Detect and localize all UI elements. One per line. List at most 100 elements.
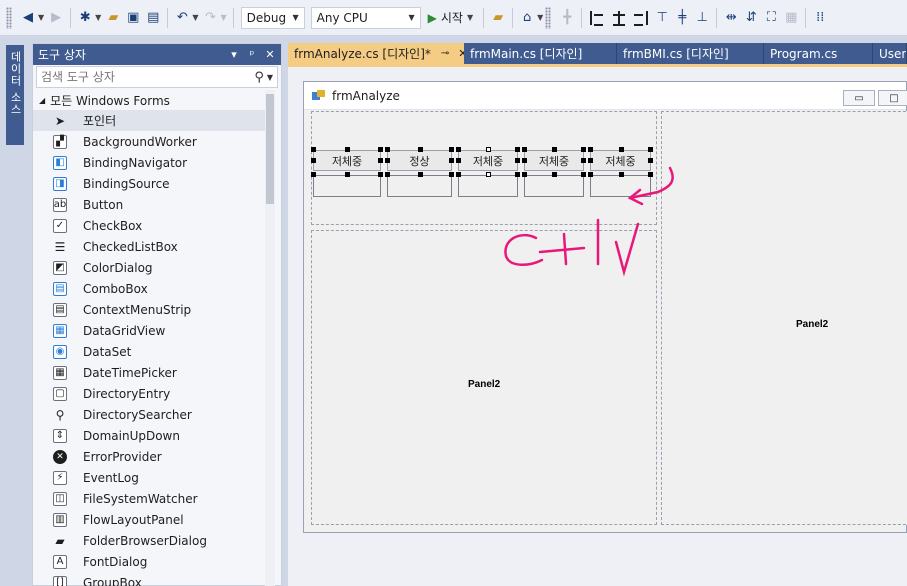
selection-handle[interactable] xyxy=(311,172,316,177)
document-tab[interactable]: frmMain.cs [디자인] xyxy=(464,43,617,64)
back-dropdown-icon[interactable]: ▼ xyxy=(38,13,44,22)
selection-handle[interactable] xyxy=(449,147,454,152)
size-to-grid-icon[interactable]: ⛶ xyxy=(762,6,780,30)
make-same-height-icon[interactable]: ⇵ xyxy=(742,6,760,30)
form-button[interactable]: 정상 xyxy=(387,150,452,171)
toolbox-item[interactable]: ▦ DateTimePicker xyxy=(33,362,265,383)
toolbox-item[interactable]: ▤ ComboBox xyxy=(33,278,265,299)
selection-handle[interactable] xyxy=(385,158,390,163)
redo-dropdown-icon[interactable]: ▼ xyxy=(220,13,226,22)
form-textbox[interactable] xyxy=(387,175,452,197)
make-same-width-icon[interactable]: ⇹ xyxy=(722,6,740,30)
home-dropdown-icon[interactable]: ▼ xyxy=(537,13,543,22)
selection-handle[interactable] xyxy=(385,172,390,177)
toolbox-item[interactable]: ◨ BindingSource xyxy=(33,173,265,194)
selection-handle[interactable] xyxy=(378,172,383,177)
selection-handle[interactable] xyxy=(486,147,491,152)
panel-right[interactable] xyxy=(661,111,907,525)
selection-handle[interactable] xyxy=(311,158,316,163)
toolbox-item[interactable]: ◩ ColorDialog xyxy=(33,257,265,278)
toolbox-item[interactable]: ⇕ DomainUpDown xyxy=(33,425,265,446)
selection-handle[interactable] xyxy=(449,158,454,163)
selection-handle[interactable] xyxy=(588,147,593,152)
back-icon[interactable]: ◀ xyxy=(19,6,37,30)
align-centers-icon[interactable] xyxy=(612,10,626,26)
toolbox-group-header[interactable]: ◢ 모든 Windows Forms xyxy=(33,90,265,110)
scrollbar-thumb[interactable] xyxy=(266,94,274,204)
forward-icon[interactable]: ▶ xyxy=(47,6,65,30)
search-options-dropdown-icon[interactable]: ▼ xyxy=(267,73,273,82)
toolbox-item[interactable]: [] GroupBox xyxy=(33,572,265,586)
undo-dropdown-icon[interactable]: ▼ xyxy=(192,13,198,22)
new-project-icon[interactable]: ✱ xyxy=(76,6,94,30)
toolbox-item[interactable]: ✓ CheckBox xyxy=(33,215,265,236)
horizontal-spacing-icon[interactable]: ⁞⁞ xyxy=(811,6,829,30)
document-tab[interactable]: User. xyxy=(873,43,907,64)
selection-handle[interactable] xyxy=(378,158,383,163)
selection-handle[interactable] xyxy=(552,147,557,152)
selection-handle[interactable] xyxy=(618,147,624,152)
toolbox-item[interactable]: ➤ 포인터 xyxy=(33,110,265,131)
selection-handle[interactable] xyxy=(648,147,653,152)
toolbox-item[interactable]: ab Button xyxy=(33,194,265,215)
start-button[interactable]: ▶ 시작 ▼ xyxy=(424,6,479,30)
toolbox-scrollbar[interactable] xyxy=(265,90,275,586)
toolbar-grip[interactable] xyxy=(6,6,12,29)
form-titlebar[interactable]: frmAnalyze ▭ □ xyxy=(304,82,907,110)
toolbox-search[interactable]: ⚲ ▼ xyxy=(36,66,278,88)
selection-handle[interactable] xyxy=(581,147,586,152)
selection-handle[interactable] xyxy=(456,172,461,177)
toolbox-item[interactable]: ☰ CheckedListBox xyxy=(33,236,265,257)
selection-handle[interactable] xyxy=(385,147,390,152)
maximize-icon[interactable]: □ xyxy=(878,90,907,106)
toolbar-grip[interactable] xyxy=(545,6,552,29)
selection-handle[interactable] xyxy=(417,172,423,177)
make-same-size-icon[interactable]: ▦ xyxy=(782,6,800,30)
form-textbox[interactable] xyxy=(313,175,381,197)
solution-config-select[interactable]: Debug ▼ xyxy=(240,6,305,29)
toolbox-item[interactable]: ▦ DataGridView xyxy=(33,320,265,341)
toolbox-item[interactable]: ▤ ContextMenuStrip xyxy=(33,299,265,320)
redo-icon[interactable]: ↷ xyxy=(201,6,219,30)
window-position-icon[interactable]: ▾ xyxy=(227,48,241,61)
selection-handle[interactable] xyxy=(378,147,383,152)
align-tops-icon[interactable]: ⊤ xyxy=(653,6,671,30)
pin-tab-icon[interactable]: ⊸ xyxy=(441,48,449,59)
align-middles-icon[interactable]: ╪ xyxy=(673,6,691,30)
save-icon[interactable]: ▣ xyxy=(124,6,142,30)
toolbox-item[interactable]: ▰ FolderBrowserDialog xyxy=(33,530,265,551)
toolbox-item[interactable]: ◧ BindingNavigator xyxy=(33,152,265,173)
align-rights-icon[interactable] xyxy=(634,10,649,26)
browse-folder-icon[interactable]: ▰ xyxy=(489,6,507,30)
pin-icon[interactable]: ᵖ xyxy=(245,48,259,61)
close-icon[interactable]: ✕ xyxy=(263,48,277,61)
form-button[interactable]: 저체중 xyxy=(313,150,381,171)
selection-handle[interactable] xyxy=(345,147,350,152)
selection-handle[interactable] xyxy=(522,147,527,152)
home-icon[interactable]: ⌂ xyxy=(518,6,536,30)
toolbox-item[interactable]: ◫ FileSystemWatcher xyxy=(33,488,265,509)
document-tab[interactable]: Program.cs xyxy=(764,43,873,64)
open-folder-icon[interactable]: ▰ xyxy=(104,6,122,30)
selection-handle[interactable] xyxy=(311,147,316,152)
toolbox-item[interactable]: A FontDialog xyxy=(33,551,265,572)
selection-handle[interactable] xyxy=(456,147,461,152)
selection-handle[interactable] xyxy=(456,158,461,163)
toolbox-item[interactable]: ⚲ DirectorySearcher xyxy=(33,404,265,425)
toolbox-item[interactable]: ▞ BackgroundWorker xyxy=(33,131,265,152)
toolbox-item[interactable]: ▥ FlowLayoutPanel xyxy=(33,509,265,530)
toolbox-search-input[interactable] xyxy=(41,70,255,84)
minimize-icon[interactable]: ▭ xyxy=(843,90,875,106)
toolbox-item[interactable]: ⚡ EventLog xyxy=(33,467,265,488)
search-icon[interactable]: ⚲ xyxy=(254,70,264,85)
toolbox-item[interactable]: ◉ DataSet xyxy=(33,341,265,362)
selection-handle[interactable] xyxy=(417,147,423,152)
data-sources-tab[interactable]: 데이터 소스 xyxy=(6,45,24,145)
toolbox-item[interactable]: ▢ DirectoryEntry xyxy=(33,383,265,404)
document-tab[interactable]: frmAnalyze.cs [디자인]* ⊸ ✕ xyxy=(288,43,464,64)
align-to-grid-icon[interactable]: ╋ xyxy=(558,6,576,30)
selection-handle[interactable] xyxy=(515,147,520,152)
toolbox-item[interactable]: ✕ ErrorProvider xyxy=(33,446,265,467)
new-project-dropdown-icon[interactable]: ▼ xyxy=(95,13,101,22)
save-all-icon[interactable]: ▤ xyxy=(144,6,162,30)
